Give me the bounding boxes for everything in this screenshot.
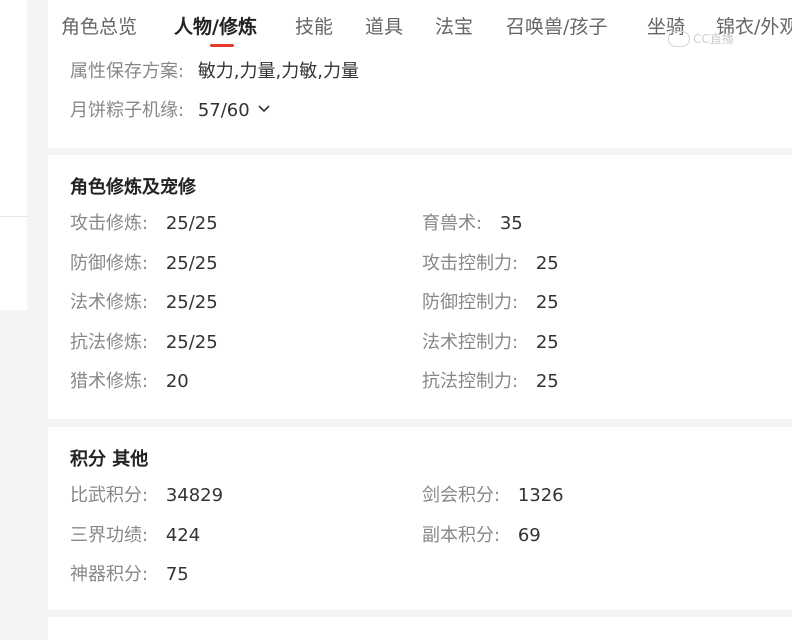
tab-skills[interactable]: 技能	[295, 13, 333, 41]
cultivation-item-value: 25/25	[165, 332, 218, 353]
control-item-label: 攻击控制力:	[422, 253, 519, 274]
control-item-value: 25	[535, 332, 559, 353]
yuebing-row: 月饼粽子机缘: 57/60	[70, 99, 271, 123]
control-item-value: 25	[535, 253, 559, 274]
chevron-down-icon	[258, 105, 270, 113]
cultivation-item-value: 25/25	[165, 213, 218, 234]
points-item: 剑会积分: 1326	[422, 484, 564, 508]
left-panel-divider	[0, 216, 27, 217]
points-card: 积分 其他 比武积分: 34829 三界功绩: 424 神器积分: 75 剑会积…	[48, 427, 792, 610]
yuebing-value: 57/60	[197, 100, 250, 121]
cultivation-item: 抗法修炼: 25/25	[70, 331, 218, 355]
points-item-value: 69	[517, 525, 541, 546]
points-item: 神器积分: 75	[70, 563, 189, 587]
cultivation-item: 防御修炼: 25/25	[70, 252, 218, 276]
points-section-title: 积分 其他	[70, 449, 149, 470]
control-item-value: 35	[499, 213, 523, 234]
left-panel	[0, 0, 27, 310]
tab-overview[interactable]: 角色总览	[61, 13, 137, 41]
points-item: 副本积分: 69	[422, 524, 541, 548]
cultivation-item-value: 25/25	[165, 253, 218, 274]
control-item: 攻击控制力: 25	[422, 252, 559, 276]
tab-treasures[interactable]: 法宝	[435, 13, 473, 41]
points-item-value: 75	[165, 564, 189, 585]
cultivation-section-title: 角色修炼及宠修	[70, 177, 196, 198]
points-item: 三界功绩: 424	[70, 524, 200, 548]
tab-pets-children[interactable]: 召唤兽/孩子	[506, 13, 607, 41]
points-item-label: 剑会积分:	[422, 485, 501, 506]
control-item: 法术控制力: 25	[422, 331, 559, 355]
control-item: 防御控制力: 25	[422, 291, 559, 315]
tab-items[interactable]: 道具	[365, 13, 403, 41]
yuebing-label: 月饼粽子机缘:	[70, 100, 185, 121]
points-item-label: 比武积分:	[70, 485, 149, 506]
watermark-logo-icon	[668, 30, 690, 47]
points-item: 比武积分: 34829	[70, 484, 223, 508]
cultivation-item-label: 猎术修炼:	[70, 371, 149, 392]
character-info-card: 角色总览 人物/修炼 技能 道具 法宝 召唤兽/孩子 坐骑 锦衣/外观 CC直播…	[48, 0, 792, 148]
control-item-label: 育兽术:	[422, 213, 483, 234]
cultivation-item-label: 抗法修炼:	[70, 332, 149, 353]
attr-scheme-label: 属性保存方案:	[70, 61, 185, 82]
cultivation-item-label: 攻击修炼:	[70, 213, 149, 234]
cultivation-item: 攻击修炼: 25/25	[70, 212, 218, 236]
cultivation-item: 猎术修炼: 20	[70, 370, 189, 394]
cultivation-item-value: 20	[165, 371, 189, 392]
attr-scheme-value: 敏力,力量,力敏,力量	[197, 61, 359, 82]
cultivation-card: 角色修炼及宠修 攻击修炼: 25/25 防御修炼: 25/25 法术修炼: 25…	[48, 155, 792, 419]
points-item-label: 副本积分:	[422, 525, 501, 546]
control-item-value: 25	[535, 292, 559, 313]
control-item-value: 25	[535, 371, 559, 392]
control-item-label: 抗法控制力:	[422, 371, 519, 392]
tab-character-cultivation[interactable]: 人物/修炼	[174, 13, 257, 41]
points-item-value: 34829	[165, 485, 224, 506]
cultivation-item-label: 法术修炼:	[70, 292, 149, 313]
control-item-label: 防御控制力:	[422, 292, 519, 313]
points-item-value: 1326	[517, 485, 564, 506]
watermark: CC直播	[668, 30, 734, 48]
control-item: 育兽术: 35	[422, 212, 523, 236]
next-card	[48, 617, 792, 640]
control-item: 抗法控制力: 25	[422, 370, 559, 394]
attr-scheme-row: 属性保存方案: 敏力,力量,力敏,力量	[70, 60, 359, 84]
points-item-value: 424	[165, 525, 201, 546]
yuebing-dropdown[interactable]: 57/60	[198, 100, 272, 121]
active-tab-indicator	[210, 44, 234, 47]
cultivation-item-value: 25/25	[165, 292, 218, 313]
points-item-label: 神器积分:	[70, 564, 149, 585]
points-item-label: 三界功绩:	[70, 525, 149, 546]
cultivation-item-label: 防御修炼:	[70, 253, 149, 274]
cultivation-item: 法术修炼: 25/25	[70, 291, 218, 315]
control-item-label: 法术控制力:	[422, 332, 519, 353]
